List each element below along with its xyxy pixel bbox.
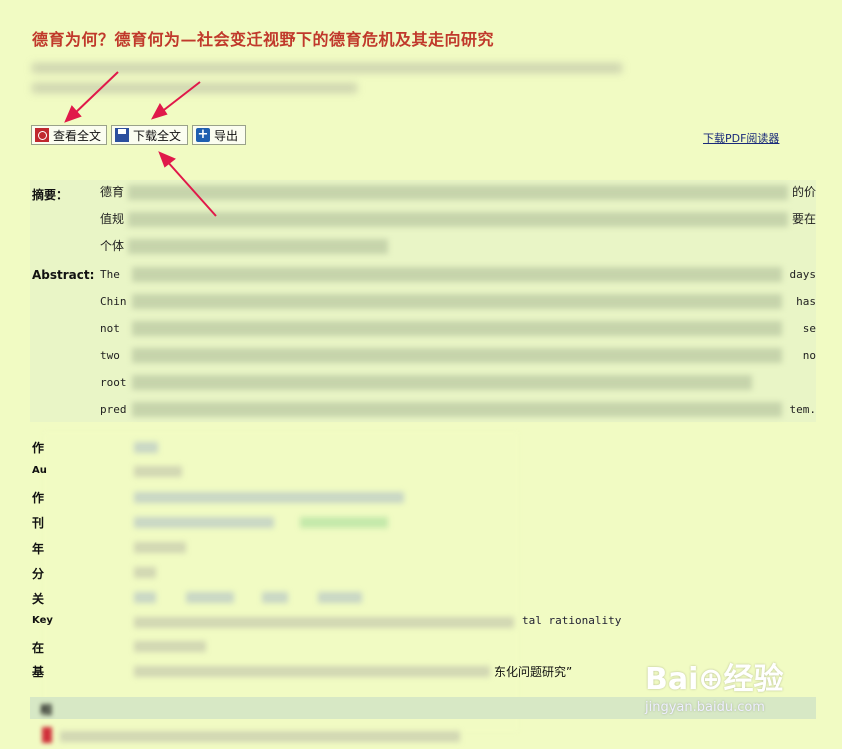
plus-icon: +	[196, 127, 210, 142]
meta-class-label: 分	[32, 567, 45, 581]
meta-author-en-value	[134, 466, 182, 477]
meta-author-value	[134, 442, 158, 453]
meta-journal-label: 刊	[32, 516, 45, 530]
meta-keywords-en-label: Key	[32, 615, 53, 626]
abstract-en-line: two no	[100, 348, 816, 363]
meta-online-label: 在	[32, 641, 45, 655]
meta-journal-value	[134, 517, 274, 528]
meta-author-label: 作	[32, 441, 45, 455]
related-article-icon	[42, 727, 52, 743]
save-icon	[115, 128, 129, 142]
meta-year-label: 年	[32, 542, 45, 556]
watermark-brand: Bai⊕经验	[645, 662, 784, 697]
meta-keywords-en-tail: tal rationality	[522, 614, 622, 627]
download-pdf-reader-link[interactable]: 下载PDF阅读器	[703, 130, 779, 146]
blur-overlay	[44, 432, 518, 732]
meta-online-value	[134, 641, 206, 652]
abstract-zh-label: 摘要：	[32, 188, 69, 202]
abstract-zh-line3-start: 个体	[100, 239, 125, 253]
download-full-text-button[interactable]: 下载全文	[111, 125, 188, 145]
abstract-en-label: Abstract:	[32, 268, 95, 282]
article-title: 德育为何？德育何为—社会变迁视野下的德育危机及其走向研究	[32, 30, 495, 49]
meta-author-en-label: Au	[32, 465, 47, 476]
abstract-zh-line2-end: 要在	[791, 212, 816, 226]
view-full-text-label: 查看全文	[53, 128, 102, 143]
abstract-en-line: pred tem.	[100, 402, 816, 417]
abstract-zh-line2-start: 值规	[100, 212, 125, 226]
baidu-jingyan-watermark: Bai⊕经验 jingyan.baidu.com	[645, 654, 784, 715]
meta-fund-value	[134, 666, 490, 677]
related-articles-label: 相	[40, 703, 53, 717]
abstract-en-line: not se	[100, 321, 816, 336]
abstract-zh-line1-start: 德育	[100, 185, 125, 199]
meta-affiliation-label: 作	[32, 491, 45, 505]
abstract-en-body: The days Chin has not se two no root pre…	[100, 261, 816, 423]
keyword-link[interactable]	[318, 592, 362, 603]
abstract-en-line: Chin has	[100, 294, 816, 309]
pdf-icon	[35, 128, 49, 142]
download-full-text-label: 下载全文	[133, 128, 182, 143]
abstract-zh-body: 德育 的价 值规 要在 个体	[100, 179, 816, 260]
meta-fund-tail: 东化问题研究”	[494, 665, 573, 679]
meta-keywords-en-value	[134, 617, 514, 628]
meta-journal-tag	[300, 517, 388, 528]
keyword-link[interactable]	[262, 592, 288, 603]
meta-keywords-label: 关	[32, 592, 45, 606]
abstract-zh-line1-end: 的价	[791, 185, 816, 199]
keyword-link[interactable]	[186, 592, 234, 603]
meta-year-value	[134, 542, 186, 553]
abstract-en-line: The days	[100, 267, 816, 282]
related-article-link[interactable]	[60, 731, 460, 742]
view-full-text-button[interactable]: 查看全文	[31, 125, 107, 145]
export-button[interactable]: + 导出	[192, 125, 246, 145]
export-label: 导出	[214, 128, 239, 143]
abstract-en-line: root	[100, 369, 816, 396]
meta-fund-label: 基	[32, 665, 45, 679]
meta-affiliation-value	[134, 492, 404, 503]
meta-class-value	[134, 567, 156, 578]
watermark-url: jingyan.baidu.com	[645, 700, 765, 715]
keyword-link[interactable]	[134, 592, 156, 603]
english-title-blurred	[32, 58, 622, 93]
